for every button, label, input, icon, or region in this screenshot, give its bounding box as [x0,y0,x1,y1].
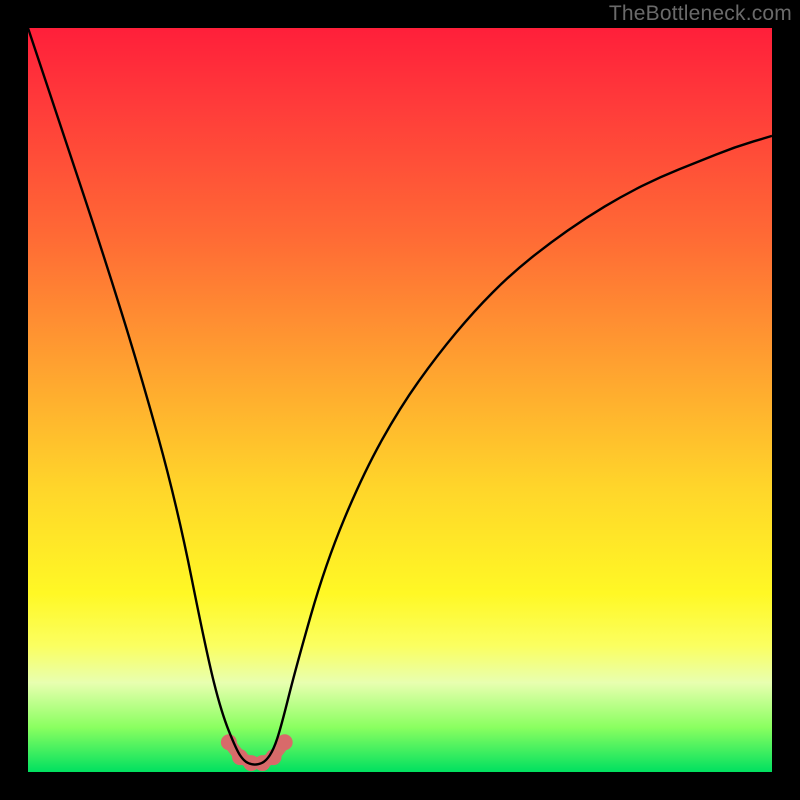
bottom-markers [221,734,293,771]
chart-frame: TheBottleneck.com [0,0,800,800]
curve-layer [28,28,772,772]
watermark-text: TheBottleneck.com [609,2,792,26]
bottleneck-curve [28,28,772,765]
plot-area [28,28,772,772]
